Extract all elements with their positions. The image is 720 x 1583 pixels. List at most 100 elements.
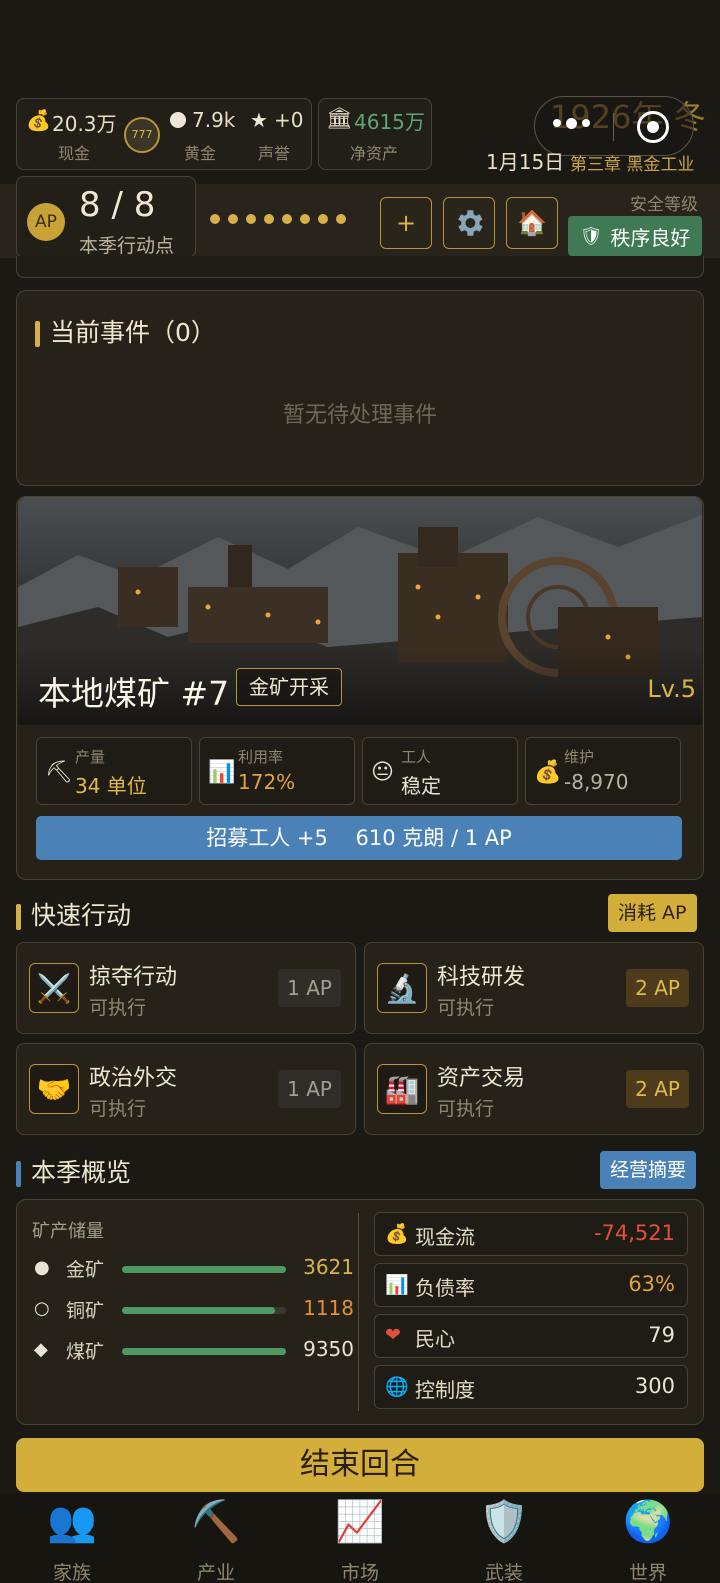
ap-label: 本季行动点	[79, 235, 175, 257]
action-research[interactable]: 🔬 科技研发 可执行 2 AP	[364, 942, 704, 1034]
stat-value: 34 单位	[75, 774, 147, 798]
house-icon: 🏠	[517, 209, 547, 237]
factory-icon: 🏭	[377, 1064, 427, 1114]
metric-value: 300	[634, 1374, 675, 1398]
ore-bar	[122, 1266, 286, 1273]
settings-button[interactable]	[443, 197, 495, 249]
reserves-title: 矿产储量	[32, 1221, 104, 1242]
hollow-circle-icon: ○	[34, 1298, 50, 1319]
chart-icon: 📊	[385, 1274, 409, 1296]
ap-dot	[246, 214, 256, 224]
chapter-title: 第三章 黑金工业	[570, 155, 695, 175]
events-title: 当前事件（0）	[35, 313, 216, 349]
ap-dot	[336, 214, 346, 224]
overview-title-text: 本季概览	[31, 1158, 132, 1187]
ore-row-coal: ◆ 煤矿 9350	[34, 1337, 354, 1365]
overview-divider	[358, 1213, 359, 1411]
safety-badge[interactable]: 🛡 秩序良好	[568, 216, 702, 256]
metric-cashflow: 💰 现金流 -74,521	[374, 1212, 688, 1256]
mine-tag[interactable]: 金矿开采	[236, 668, 342, 706]
ore-row-gold: ● 金矿 3621	[34, 1255, 354, 1283]
cash-label: 现金	[58, 144, 91, 163]
recruit-label: 招募工人 +5 610 克朗 / 1 AP	[206, 826, 512, 850]
events-empty-text: 暂无待处理事件	[282, 403, 437, 428]
mine-stat-workers: 😐 工人 稳定	[362, 737, 518, 805]
business-summary-button[interactable]: 经营摘要	[600, 1151, 697, 1189]
capsule-divider	[613, 113, 614, 141]
section-bar	[16, 904, 21, 930]
action-state: 可执行	[89, 997, 147, 1019]
metric-value: 79	[648, 1323, 675, 1347]
star-icon: ★	[250, 108, 268, 132]
ap-dot	[228, 214, 238, 224]
ap-dot	[210, 214, 220, 224]
networth-value: 4615万	[354, 110, 425, 134]
metric-public-support: ❤ 民心 79	[374, 1314, 688, 1358]
action-asset-trade[interactable]: 🏭 资产交易 可执行 2 AP	[364, 1043, 704, 1135]
action-cost: 2 AP	[626, 969, 689, 1007]
close-target-icon[interactable]	[637, 111, 669, 143]
events-title-text: 当前事件（0）	[50, 318, 216, 347]
slot-machine-icon[interactable]: 777	[124, 117, 160, 153]
fame-stat[interactable]: ★ +0 声誉	[248, 106, 308, 164]
chart-icon: 📊	[208, 760, 236, 785]
quick-title-text: 快速行动	[31, 901, 132, 930]
home-button[interactable]: 🏠	[506, 197, 558, 249]
section-bar	[35, 321, 40, 347]
tab-market[interactable]: 📈 市场	[288, 1494, 432, 1583]
action-cost: 1 AP	[278, 1070, 341, 1108]
plus-icon: +	[395, 209, 417, 237]
mine-stat-maintenance: 💰 维护 -8,970	[525, 737, 681, 805]
mine-stat-utilization: 📊 利用率 172%	[199, 737, 355, 805]
fame-label: 声誉	[258, 144, 291, 163]
action-raid[interactable]: ⚔️ 掠夺行动 可执行 1 AP	[16, 942, 356, 1034]
ore-bar-fill	[122, 1266, 286, 1273]
stat-label: 维护	[564, 748, 595, 766]
ap-value: 8 / 8	[79, 185, 156, 225]
tab-label: 武装	[484, 1562, 523, 1583]
metric-value: 63%	[628, 1272, 675, 1296]
people-icon: 👥	[47, 1499, 97, 1545]
ap-dots	[210, 214, 346, 224]
end-turn-button[interactable]: 结束回合	[16, 1438, 704, 1492]
ore-value: 1118	[303, 1296, 354, 1320]
tab-family[interactable]: 👥 家族	[0, 1494, 144, 1583]
action-name: 科技研发	[437, 965, 526, 990]
microscope-icon: 🔬	[377, 963, 427, 1013]
metric-debt-ratio: 📊 负债率 63%	[374, 1263, 688, 1307]
face-icon: 😐	[371, 760, 394, 785]
diamond-icon: ◆	[34, 1339, 48, 1360]
fame-value: +0	[274, 108, 304, 132]
tab-industry[interactable]: ⛏️ 产业	[144, 1494, 288, 1583]
ore-name: 煤矿	[66, 1341, 105, 1363]
cash-stat[interactable]: 💰 20.3万 现金	[24, 106, 124, 164]
tab-label: 家族	[52, 1562, 91, 1583]
action-state: 可执行	[437, 997, 495, 1019]
action-name: 资产交易	[437, 1066, 526, 1091]
action-state: 可执行	[437, 1098, 495, 1120]
action-state: 可执行	[89, 1098, 147, 1120]
metric-label: 现金流	[415, 1225, 475, 1249]
metric-label: 控制度	[415, 1378, 475, 1402]
events-card: 当前事件（0） 暂无待处理事件	[16, 290, 704, 486]
tab-armed[interactable]: 🛡️ 武装	[432, 1494, 576, 1583]
gold-stat[interactable]: 7.9k 黄金	[168, 106, 248, 164]
recruit-workers-button[interactable]: 招募工人 +5 610 克朗 / 1 AP	[36, 816, 682, 860]
ap-cost-badge: 消耗 AP	[608, 894, 697, 932]
gold-value: 7.9k	[192, 108, 236, 132]
ap-card: AP 8 / 8 本季行动点	[16, 176, 196, 258]
more-dots-icon[interactable]	[553, 118, 590, 129]
gear-icon	[458, 210, 483, 236]
safety-title: 安全等级	[630, 195, 698, 215]
mine-stat-output: ⛏ 产量 34 单位	[36, 737, 192, 805]
section-bar	[16, 1161, 21, 1187]
metric-control: 🌐 控制度 300	[374, 1365, 688, 1409]
add-ap-button[interactable]: +	[380, 197, 432, 249]
filled-circle-icon: ●	[34, 1257, 50, 1278]
mine-name: 本地煤矿 #7	[38, 674, 230, 713]
ore-name: 金矿	[66, 1259, 105, 1281]
action-diplomacy[interactable]: 🤝 政治外交 可执行 1 AP	[16, 1043, 356, 1135]
tab-world[interactable]: 🌍 世界	[576, 1494, 720, 1583]
gold-label: 黄金	[184, 144, 217, 163]
chart-up-icon: 📈	[335, 1499, 385, 1545]
